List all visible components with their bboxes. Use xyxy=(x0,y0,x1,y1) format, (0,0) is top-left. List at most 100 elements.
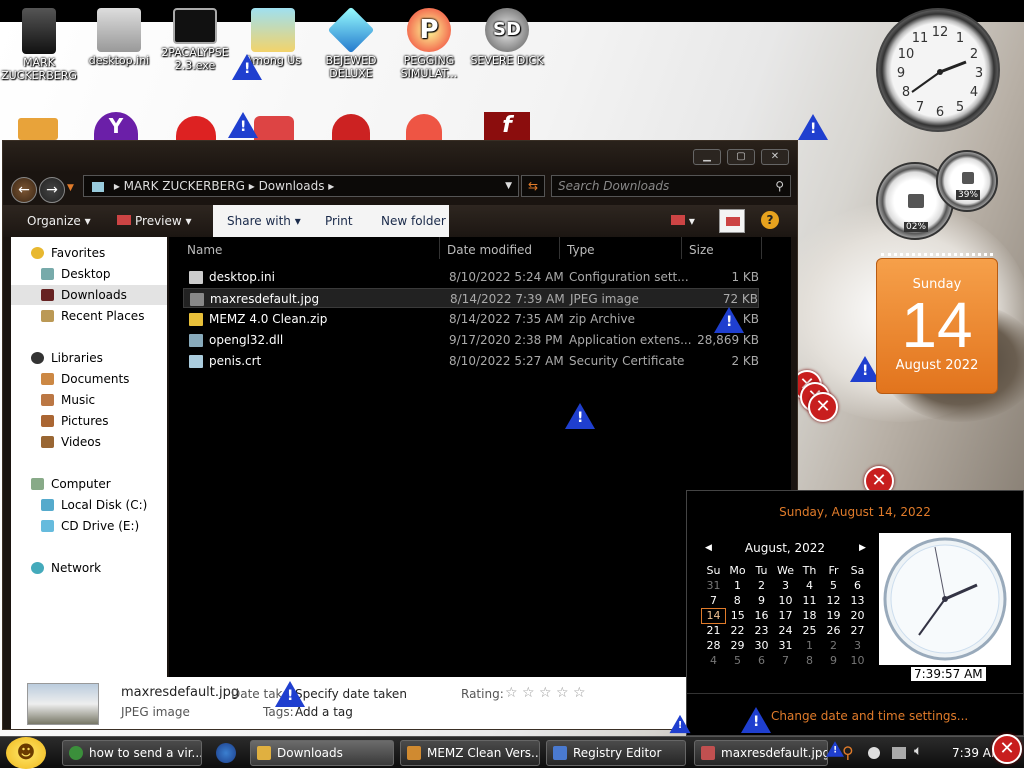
nav-libraries[interactable]: Libraries xyxy=(11,348,167,368)
tray-icon[interactable] xyxy=(868,747,880,759)
day-cell[interactable]: 3 xyxy=(774,578,798,593)
day-cell[interactable]: 24 xyxy=(774,623,798,638)
explorer-window[interactable]: ▁ ▢ ✕ ← → ▼ ▸ MARK ZUCKERBERG ▸ Download… xyxy=(2,140,798,730)
day-cell[interactable]: 30 xyxy=(750,638,774,653)
day-cell[interactable]: 5 xyxy=(822,578,846,593)
day-cell[interactable]: 21 xyxy=(702,623,726,638)
day-cell-other[interactable]: 6 xyxy=(750,653,774,668)
maximize-button[interactable]: ▢ xyxy=(727,149,755,165)
day-cell[interactable]: 26 xyxy=(822,623,846,638)
flash-icon[interactable]: f xyxy=(484,112,530,140)
day-cell[interactable]: 19 xyxy=(822,608,846,623)
day-cell[interactable]: 10 xyxy=(774,593,798,608)
nav-computer[interactable]: Computer xyxy=(11,474,167,494)
nav-videos[interactable]: Videos xyxy=(11,432,167,452)
day-cell[interactable]: 28 xyxy=(702,638,726,653)
recent-pages-chevron-icon[interactable]: ▼ xyxy=(67,183,74,193)
address-dropdown-icon[interactable]: ▼ xyxy=(505,176,512,196)
taskbar-item-image[interactable]: maxresdefault.jpg... xyxy=(694,740,828,766)
desktop-icon-pegging[interactable]: P PEGGING SIMULAT... xyxy=(390,8,468,80)
nav-local-disk[interactable]: Local Disk (C:) xyxy=(11,495,167,515)
organize-button[interactable]: Organize ▾ xyxy=(27,205,91,237)
new-folder-button[interactable]: New folder xyxy=(381,205,446,237)
preview-pane-button[interactable] xyxy=(719,209,745,233)
change-date-time-settings-link[interactable]: Change date and time settings... xyxy=(771,709,968,723)
cpu-meter-gadget[interactable]: 02% 39% xyxy=(874,150,998,240)
preview-button[interactable]: Preview ▾ xyxy=(117,205,192,237)
day-cell[interactable]: 15 xyxy=(726,608,750,623)
day-cell-other[interactable]: 4 xyxy=(702,653,726,668)
search-input[interactable]: Search Downloads ⚲ xyxy=(551,175,791,197)
column-header-size[interactable]: Size xyxy=(689,243,714,257)
calendar-gadget[interactable]: Sunday 14 August 2022 xyxy=(876,253,998,394)
print-button[interactable]: Print xyxy=(325,205,353,237)
nav-pictures[interactable]: Pictures xyxy=(11,411,167,431)
desktop-icon-mark-zuckerberg[interactable]: MARK ZUCKERBERG xyxy=(0,8,78,82)
address-bar[interactable]: ▸ MARK ZUCKERBERG ▸ Downloads ▸ ▼ xyxy=(83,175,519,197)
desktop-icon-partial-2[interactable] xyxy=(254,116,294,140)
day-cell-other[interactable]: 5 xyxy=(726,653,750,668)
file-row[interactable]: maxresdefault.jpg 8/14/2022 7:39 AM JPEG i… xyxy=(183,288,759,308)
day-cell-other[interactable]: 2 xyxy=(822,638,846,653)
start-button[interactable]: ☻ xyxy=(6,737,46,769)
back-button[interactable]: ← xyxy=(11,177,37,203)
day-cell[interactable]: 6 xyxy=(846,578,870,593)
volume-icon[interactable]: 🔈︎ xyxy=(914,743,922,759)
date-taken-value[interactable]: Specify date taken xyxy=(295,687,407,701)
day-cell[interactable]: 22 xyxy=(726,623,750,638)
file-row[interactable]: penis.crt 8/10/2022 5:27 AM Security Certi… xyxy=(183,351,759,371)
breadcrumb-item-user[interactable]: MARK ZUCKERBERG xyxy=(124,179,245,193)
tags-value[interactable]: Add a tag xyxy=(295,705,353,719)
nav-cd-drive[interactable]: CD Drive (E:) xyxy=(11,516,167,536)
help-icon[interactable]: ? xyxy=(761,211,779,229)
day-cell[interactable]: 1 xyxy=(726,578,750,593)
nav-music[interactable]: Music xyxy=(11,390,167,410)
close-button[interactable]: ✕ xyxy=(761,149,789,165)
day-cell[interactable]: 20 xyxy=(846,608,870,623)
day-cell-other[interactable]: 10 xyxy=(846,653,870,668)
window-titlebar[interactable]: ▁ ▢ ✕ xyxy=(3,141,797,173)
day-cell-other[interactable]: 31 xyxy=(702,578,726,593)
day-cell-today[interactable]: 14 xyxy=(701,607,726,624)
nav-downloads[interactable]: Downloads xyxy=(11,285,167,305)
day-cell-other[interactable]: 1 xyxy=(798,638,822,653)
day-cell[interactable]: 31 xyxy=(774,638,798,653)
day-cell[interactable]: 12 xyxy=(822,593,846,608)
day-cell[interactable]: 29 xyxy=(726,638,750,653)
desktop-icon-severe-dick[interactable]: SD SEVERE DICK xyxy=(468,8,546,67)
file-row[interactable]: desktop.ini 8/10/2022 5:24 AM Configuratio… xyxy=(183,267,759,287)
taskbar-item-downloads[interactable]: Downloads xyxy=(250,740,394,766)
day-cell-other[interactable]: 3 xyxy=(846,638,870,653)
desktop-icon-2pacalypse[interactable]: 2PACALYPSE 2.3.exe xyxy=(156,8,234,72)
column-header-date[interactable]: Date modified xyxy=(447,243,532,257)
day-cell[interactable]: 8 xyxy=(726,593,750,608)
day-cell[interactable]: 9 xyxy=(750,593,774,608)
day-cell[interactable]: 17 xyxy=(774,608,798,623)
column-header-name[interactable]: Name xyxy=(187,243,222,257)
refresh-button[interactable]: ⇆ xyxy=(521,175,545,197)
clock-gadget[interactable]: 12 1 2 3 4 5 6 7 8 9 10 11 xyxy=(876,8,1000,132)
forward-button[interactable]: → xyxy=(39,177,65,203)
taskbar-item-registry[interactable]: Registry Editor xyxy=(546,740,686,766)
nav-network[interactable]: Network xyxy=(11,558,167,578)
minimize-button[interactable]: ▁ xyxy=(693,149,721,165)
day-cell-other[interactable]: 7 xyxy=(774,653,798,668)
desktop-icon-desktop-ini[interactable]: desktop.ini xyxy=(80,8,158,67)
change-view-button[interactable]: ▾ xyxy=(671,205,695,237)
firefox-icon[interactable] xyxy=(216,743,236,763)
network-tray-icon[interactable] xyxy=(892,747,906,759)
date-time-flyout[interactable]: Sunday, August 14, 2022 ◀ August, 2022 ▶… xyxy=(669,490,1024,736)
day-cell[interactable]: 23 xyxy=(750,623,774,638)
share-with-button[interactable]: Share with ▾ xyxy=(227,205,301,237)
day-cell-other[interactable]: 9 xyxy=(822,653,846,668)
next-month-icon[interactable]: ▶ xyxy=(859,543,866,553)
day-cell[interactable]: 2 xyxy=(750,578,774,593)
month-label[interactable]: August, 2022 xyxy=(707,541,863,555)
breadcrumb-item-downloads[interactable]: Downloads xyxy=(259,179,325,193)
desktop-icon-partial[interactable] xyxy=(18,118,58,140)
nav-recent-places[interactable]: Recent Places xyxy=(11,306,167,326)
taskbar-item-memz[interactable]: MEMZ Clean Vers... xyxy=(400,740,540,766)
nav-favorites[interactable]: Favorites xyxy=(11,243,167,263)
day-cell[interactable]: 27 xyxy=(846,623,870,638)
nav-documents[interactable]: Documents xyxy=(11,369,167,389)
